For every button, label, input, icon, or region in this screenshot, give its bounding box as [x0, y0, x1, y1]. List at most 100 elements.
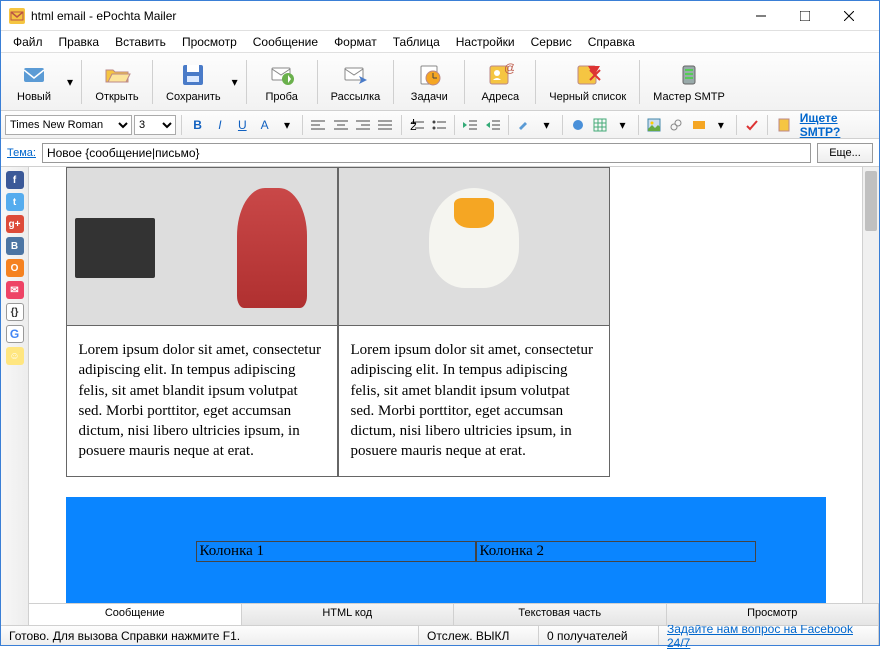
facebook-link[interactable]: Задайте нам вопрос на Facebook 24/7 — [667, 622, 870, 650]
footer-cell-2: Колонка 2 — [476, 541, 756, 562]
tab-message[interactable]: Сообщение — [29, 604, 242, 625]
menu-edit[interactable]: Правка — [51, 33, 108, 51]
image-button[interactable] — [644, 114, 664, 136]
test-icon — [266, 61, 298, 89]
more-button[interactable]: Еще... — [817, 143, 873, 163]
blacklist-button[interactable]: Черный список — [542, 56, 633, 108]
smile-icon[interactable]: ☺ — [6, 347, 24, 365]
maximize-button[interactable] — [783, 2, 827, 30]
new-icon — [18, 61, 50, 89]
status-recipients: 0 получателей — [539, 626, 659, 645]
menu-settings[interactable]: Настройки — [448, 33, 523, 51]
side-dock: f t g+ B O ✉ {} G ☺ — [1, 167, 29, 625]
menu-table[interactable]: Таблица — [385, 33, 448, 51]
vertical-scrollbar[interactable] — [862, 167, 879, 603]
image-placeholder-1 — [67, 168, 337, 326]
menubar: Файл Правка Вставить Просмотр Сообщение … — [1, 31, 879, 53]
tab-preview[interactable]: Просмотр — [667, 604, 880, 625]
facebook-icon[interactable]: f — [6, 171, 24, 189]
subject-label[interactable]: Тема: — [7, 147, 36, 159]
ok-icon[interactable]: O — [6, 259, 24, 277]
google-icon[interactable]: G — [6, 325, 24, 343]
svg-text:@: @ — [504, 62, 514, 75]
table-button[interactable] — [590, 114, 610, 136]
font-color-button[interactable]: A — [254, 114, 274, 136]
tab-html[interactable]: HTML код — [242, 604, 455, 625]
save-button[interactable]: Сохранить — [159, 56, 228, 108]
save-icon — [177, 61, 209, 89]
paragraph-1: Lorem ipsum dolor sit amet, consectetur … — [67, 326, 337, 476]
addresses-icon: @ — [484, 61, 516, 89]
ordered-list-button[interactable]: 12 — [407, 114, 427, 136]
column-2: Lorem ipsum dolor sit amet, consectetur … — [338, 167, 610, 477]
send-icon — [339, 61, 371, 89]
indent-button[interactable] — [483, 114, 503, 136]
italic-button[interactable]: I — [210, 114, 230, 136]
menu-format[interactable]: Формат — [326, 33, 385, 51]
mail-icon[interactable]: ✉ — [6, 281, 24, 299]
font-size-select[interactable]: 3 — [134, 115, 176, 135]
titlebar: html email - ePochta Mailer — [1, 1, 879, 31]
outdent-button[interactable] — [460, 114, 480, 136]
image-placeholder-2 — [339, 168, 609, 326]
align-left-button[interactable] — [308, 114, 328, 136]
menu-service[interactable]: Сервис — [523, 33, 580, 51]
unordered-list-button[interactable] — [429, 114, 449, 136]
close-button[interactable] — [827, 2, 871, 30]
window-title: html email - ePochta Mailer — [31, 9, 739, 23]
template-button[interactable] — [773, 114, 793, 136]
ribbon-toolbar: Новый ▾ Открыть Сохранить ▾ Проба Рассыл… — [1, 53, 879, 111]
twitter-icon[interactable]: t — [6, 193, 24, 211]
blue-footer: Колонка 1 Колонка 2 — [66, 497, 826, 604]
font-color-drop[interactable]: ▾ — [277, 114, 297, 136]
align-right-button[interactable] — [353, 114, 373, 136]
canvas[interactable]: Lorem ipsum dolor sit amet, consectetur … — [29, 167, 862, 603]
smtp-wizard-button[interactable]: Мастер SMTP — [646, 56, 732, 108]
subject-input[interactable] — [42, 143, 811, 163]
highlight-button[interactable] — [514, 114, 534, 136]
new-dropdown[interactable]: ▾ — [65, 56, 75, 108]
paragraph-2: Lorem ipsum dolor sit amet, consectetur … — [339, 326, 609, 476]
main-area: f t g+ B O ✉ {} G ☺ Lorem ipsum dolor si… — [1, 167, 879, 625]
menu-message[interactable]: Сообщение — [245, 33, 326, 51]
font-family-select[interactable]: Times New Roman — [5, 115, 132, 135]
googleplus-icon[interactable]: g+ — [6, 215, 24, 233]
insert-drop[interactable]: ▾ — [711, 114, 731, 136]
test-button[interactable]: Проба — [253, 56, 311, 108]
spellcheck-button[interactable] — [742, 114, 762, 136]
column-1: Lorem ipsum dolor sit amet, consectetur … — [66, 167, 338, 477]
menu-view[interactable]: Просмотр — [174, 33, 245, 51]
code-icon[interactable]: {} — [6, 303, 24, 321]
svg-text:2: 2 — [410, 119, 417, 131]
insert-button[interactable] — [688, 114, 708, 136]
subject-row: Тема: Еще... — [1, 139, 879, 167]
tasks-button[interactable]: Задачи — [400, 56, 458, 108]
link-button[interactable] — [568, 114, 588, 136]
new-button[interactable]: Новый — [5, 56, 63, 108]
blacklist-icon — [572, 61, 604, 89]
send-button[interactable]: Рассылка — [324, 56, 388, 108]
menu-file[interactable]: Файл — [5, 33, 51, 51]
menu-help[interactable]: Справка — [580, 33, 643, 51]
attach-button[interactable] — [666, 114, 686, 136]
align-justify-button[interactable] — [375, 114, 395, 136]
save-dropdown[interactable]: ▾ — [230, 56, 240, 108]
vk-icon[interactable]: B — [6, 237, 24, 255]
align-center-button[interactable] — [331, 114, 351, 136]
smtp-search-link[interactable]: Ищете SMTP? — [800, 111, 875, 139]
tasks-icon — [413, 61, 445, 89]
editor-tabs: Сообщение HTML код Текстовая часть Просм… — [29, 603, 879, 625]
underline-button[interactable]: U — [232, 114, 252, 136]
app-icon — [9, 8, 25, 24]
tab-text[interactable]: Текстовая часть — [454, 604, 667, 625]
minimize-button[interactable] — [739, 2, 783, 30]
status-bar: Готово. Для вызова Справки нажмите F1. О… — [1, 625, 879, 645]
bold-button[interactable]: B — [187, 114, 207, 136]
menu-insert[interactable]: Вставить — [107, 33, 174, 51]
status-ready: Готово. Для вызова Справки нажмите F1. — [1, 626, 419, 645]
addresses-button[interactable]: @ Адреса — [471, 56, 529, 108]
highlight-drop[interactable]: ▾ — [536, 114, 556, 136]
open-button[interactable]: Открыть — [88, 56, 146, 108]
table-drop[interactable]: ▾ — [612, 114, 632, 136]
open-icon — [101, 61, 133, 89]
